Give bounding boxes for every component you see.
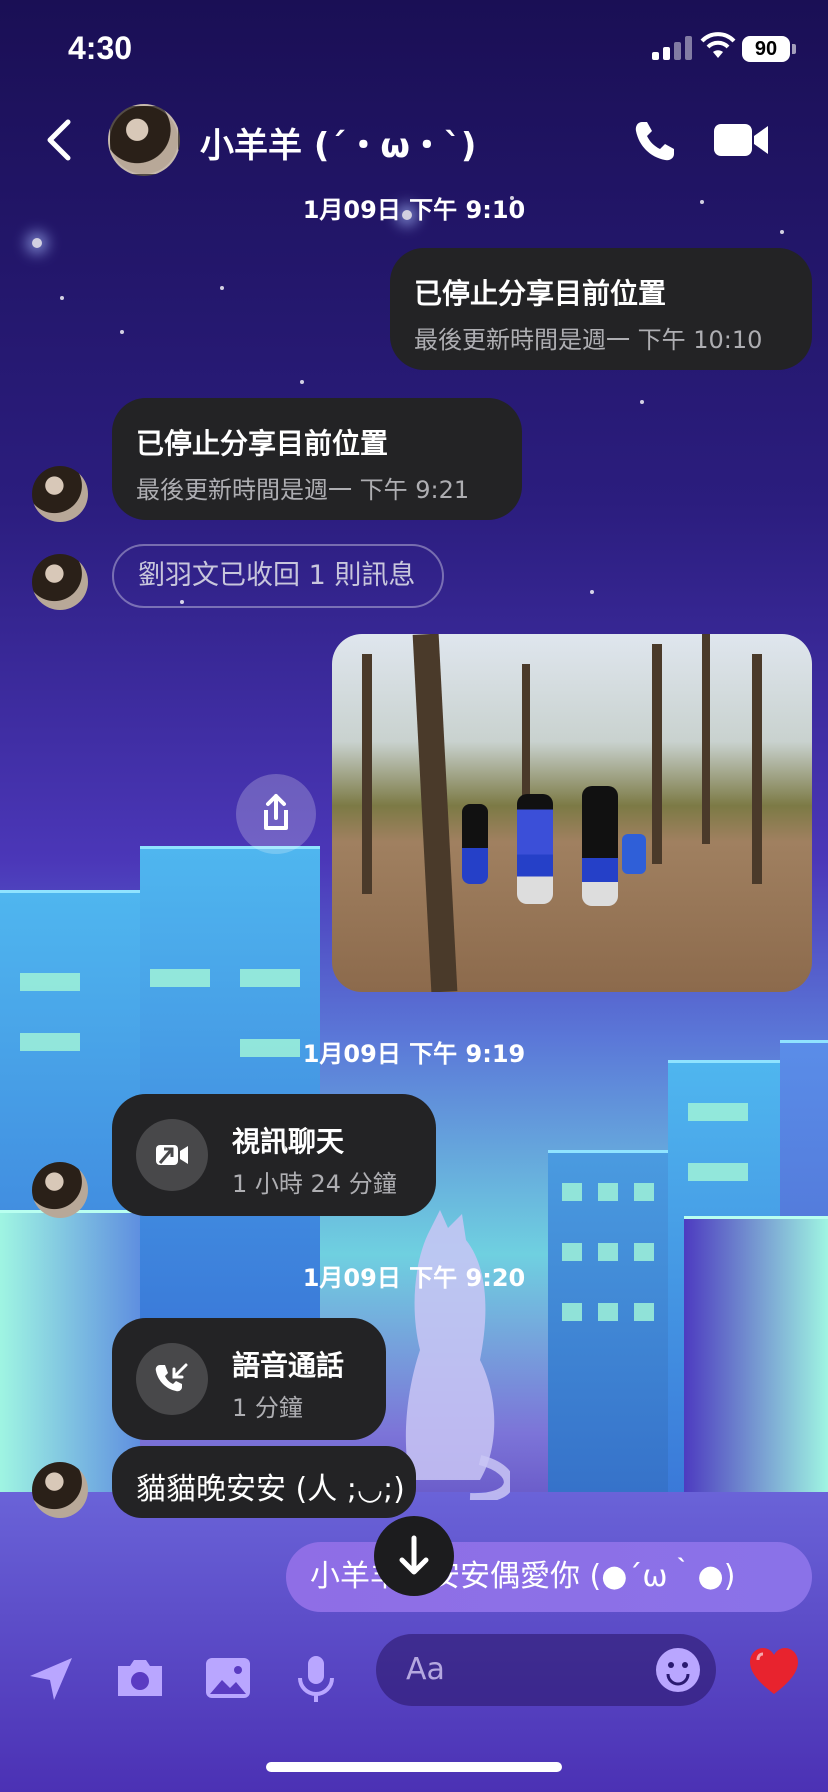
photo-message[interactable] <box>332 634 812 992</box>
message-text: 貓貓晚安安 (人 ;◡;) <box>136 1472 405 1507</box>
call-duration: 1 小時 24 分鐘 <box>232 1170 397 1198</box>
phone-icon[interactable] <box>632 118 678 164</box>
contact-avatar[interactable] <box>108 104 180 176</box>
received-text-message[interactable]: 貓貓晚安安 (人 ;◡;) <box>112 1446 416 1518</box>
video-camera-icon[interactable] <box>714 122 770 158</box>
voice-call-message[interactable]: 語音通話 1 分鐘 <box>112 1318 386 1440</box>
timestamp: 1月09日 下午 9:10 <box>302 196 526 224</box>
chat-header: 小羊羊 (´・ω・`) <box>0 100 828 180</box>
arrow-down-icon <box>399 1535 429 1575</box>
home-indicator <box>266 1762 562 1772</box>
sent-text-message[interactable]: 小羊羊晚安安偶愛你 (●´ω｀●) <box>286 1542 812 1612</box>
image-icon[interactable] <box>200 1650 256 1706</box>
heart-icon[interactable] <box>746 1644 802 1700</box>
message-composer: Aa <box>0 1630 828 1730</box>
microphone-icon[interactable] <box>288 1650 344 1706</box>
location-arrow-icon[interactable] <box>22 1650 78 1706</box>
incoming-call-icon <box>155 1363 188 1392</box>
missed-video-icon <box>156 1145 188 1165</box>
sent-location-message[interactable]: 已停止分享目前位置 最後更新時間是週一 下午 10:10 <box>390 248 812 370</box>
status-bar: 4:30 90 <box>0 0 828 100</box>
share-icon <box>264 794 288 830</box>
signal-icon <box>652 36 694 60</box>
timestamp: 1月09日 下午 9:19 <box>302 1040 526 1068</box>
contact-name[interactable]: 小羊羊 (´・ω・`) <box>200 118 476 167</box>
video-call-message[interactable]: 視訊聊天 1 小時 24 分鐘 <box>112 1094 436 1216</box>
voice-call-icon-container <box>136 1343 208 1415</box>
timestamp: 1月09日 下午 9:20 <box>302 1264 526 1292</box>
camera-icon[interactable] <box>112 1650 168 1706</box>
video-call-icon-container <box>136 1119 208 1191</box>
unsent-message-notice: 劉羽文已收回 1 則訊息 <box>112 544 444 608</box>
battery-indicator: 90 <box>742 36 796 62</box>
call-duration: 1 分鐘 <box>232 1394 303 1422</box>
sender-avatar[interactable] <box>32 466 88 522</box>
location-title: 已停止分享目前位置 <box>136 427 389 460</box>
status-time: 4:30 <box>68 30 133 66</box>
location-subtitle: 最後更新時間是週一 下午 10:10 <box>414 326 763 354</box>
sender-avatar[interactable] <box>32 1462 88 1518</box>
wifi-icon <box>700 32 736 58</box>
received-location-message[interactable]: 已停止分享目前位置 最後更新時間是週一 下午 9:21 <box>112 398 522 520</box>
emoji-icon[interactable] <box>654 1646 702 1694</box>
scroll-to-bottom-button[interactable] <box>374 1516 454 1596</box>
back-icon[interactable] <box>40 118 80 162</box>
share-button[interactable] <box>236 774 316 854</box>
location-title: 已停止分享目前位置 <box>414 277 667 310</box>
message-input[interactable]: Aa <box>376 1634 716 1706</box>
sender-avatar[interactable] <box>32 1162 88 1218</box>
sender-avatar[interactable] <box>32 554 88 610</box>
message-input-placeholder: Aa <box>406 1652 445 1687</box>
call-title: 語音通話 <box>232 1349 345 1382</box>
location-subtitle: 最後更新時間是週一 下午 9:21 <box>136 476 470 504</box>
call-title: 視訊聊天 <box>232 1125 345 1158</box>
